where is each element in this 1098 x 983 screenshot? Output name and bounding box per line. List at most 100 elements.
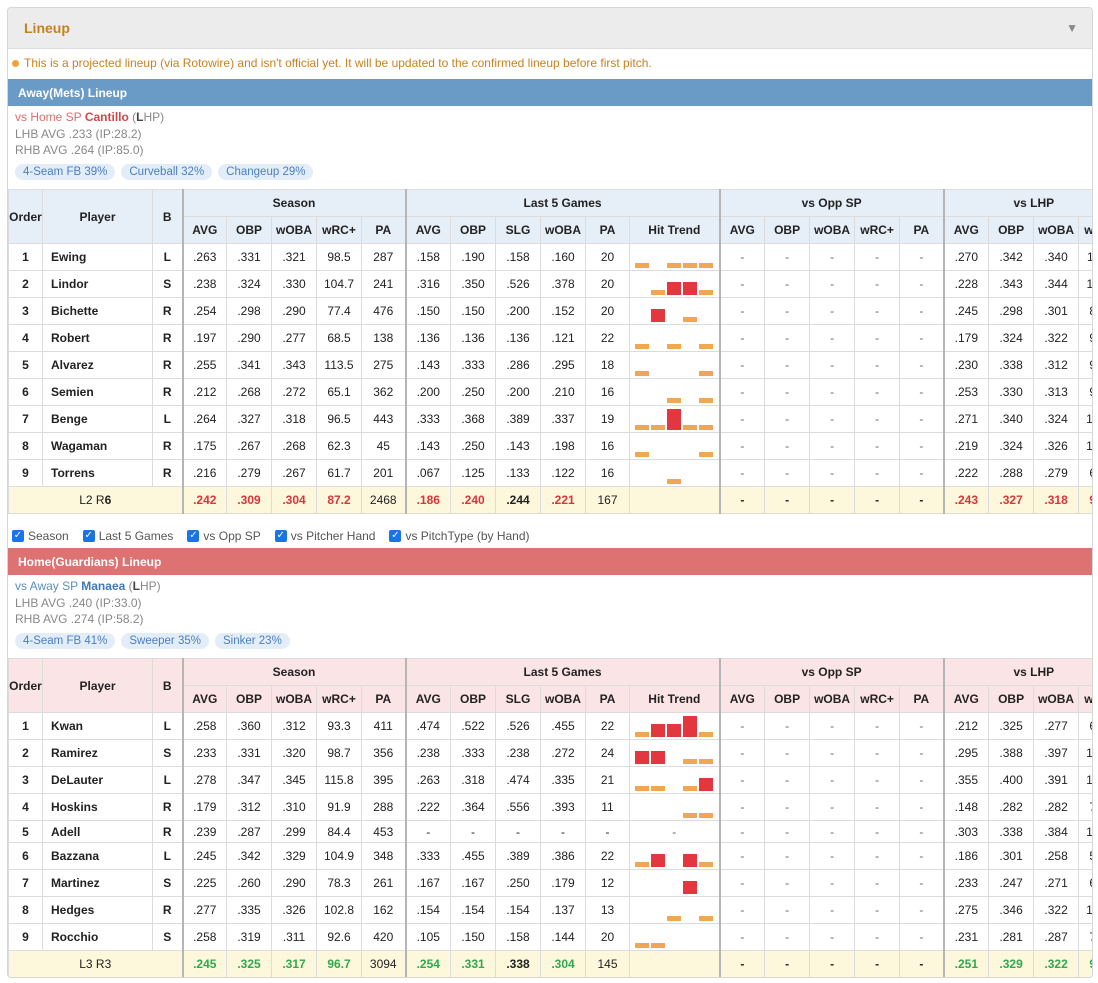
col-group-header[interactable]: Last 5 Games [404, 658, 721, 686]
checkbox-checked-icon[interactable]: ✓ [12, 530, 24, 542]
home-table-wrap[interactable]: Order Player B Season Last 5 Games vs Opp SP v… [8, 658, 1092, 977]
player-row[interactable]: 6 Bazzana L .245.342.329 104.9 348.333.455.38… [8, 842, 1092, 870]
player-row[interactable]: 3 DeLauter L .278.347.345 115.8 395.263.318.4… [8, 766, 1092, 794]
checkbox-checked-icon[interactable]: ✓ [274, 530, 287, 542]
col-group-header[interactable]: vs LHP [942, 658, 1092, 686]
col-group-header[interactable]: Last 5 Games [404, 189, 721, 217]
col-header-vsopp[interactable]: OBP [764, 216, 811, 244]
col-header-season[interactable]: wOBA [271, 685, 317, 713]
filter-vs-pitchtype[interactable]: ✓ vs PitchType (by Hand) [389, 529, 530, 543]
player-name[interactable]: Bazzana [42, 842, 153, 870]
col-group-header[interactable]: vs LHP [942, 189, 1092, 217]
pitch-tag[interactable]: 4-Seam FB 39% [15, 163, 116, 180]
checkbox-checked-icon[interactable]: ✓ [187, 530, 200, 542]
player-name[interactable]: Torrens [42, 459, 153, 487]
pitch-tag[interactable]: Sweeper 35% [121, 632, 209, 649]
player-name[interactable]: Hoskins [42, 793, 153, 821]
col-header-vshand[interactable]: OBP [988, 685, 1035, 713]
col-header-last5[interactable]: Hit Trend [628, 216, 721, 244]
col-header-last5[interactable]: wOBA [540, 685, 586, 713]
player-name[interactable]: Bichette [42, 297, 153, 325]
col-header-season[interactable]: PA [361, 685, 406, 713]
player-name[interactable]: Martinez [42, 869, 153, 897]
col-header-vshand[interactable]: AVG [942, 216, 990, 244]
away-table-wrap[interactable]: Order Player B Season Last 5 Games vs Opp SP v… [8, 189, 1092, 514]
col-header-vsopp[interactable]: OBP [764, 685, 811, 713]
col-group-header[interactable]: vs Opp SP [718, 658, 945, 686]
col-header-vsopp[interactable]: wRC+ [854, 685, 901, 713]
player-name[interactable]: Kwan [42, 712, 153, 740]
player-row[interactable]: 2 Ramirez S .233.331.320 98.7 356.238.333.238… [8, 739, 1092, 767]
col-header-season[interactable]: AVG [181, 685, 227, 713]
checkbox-checked-icon[interactable]: ✓ [82, 530, 95, 542]
col-group-header[interactable]: vs Opp SP [718, 189, 945, 217]
col-header-season[interactable]: OBP [226, 685, 272, 713]
col-header-vsopp[interactable]: wOBA [809, 685, 856, 713]
col-header-vsopp[interactable]: AVG [718, 685, 766, 713]
player-name[interactable]: Robert [42, 324, 153, 352]
col-header-season[interactable]: OBP [226, 216, 272, 244]
player-row[interactable]: 9 Rocchio S .258.319.311 92.6 420.105.150.158… [8, 923, 1092, 951]
filter-vs-pitcher-hand[interactable]: ✓ vs Pitcher Hand [274, 529, 375, 543]
player-row[interactable]: 8 Hedges R .277.335.326 102.8 162.154.154.154… [8, 896, 1092, 924]
player-row[interactable]: 2 Lindor S .238.324.330 104.7 241.316.350.526… [8, 270, 1092, 298]
col-header-vshand[interactable]: wRC+ [1078, 685, 1092, 713]
col-header-vshand[interactable]: wOBA [1033, 216, 1080, 244]
col-group-header[interactable]: Season [181, 189, 406, 217]
col-header-season[interactable]: wRC+ [316, 685, 362, 713]
player-name[interactable]: Benge [42, 405, 153, 433]
checkbox-checked-icon[interactable]: ✓ [389, 530, 402, 542]
pitch-tag[interactable]: Sinker 23% [214, 632, 290, 649]
pitch-tag[interactable]: Curveball 32% [121, 163, 213, 180]
col-header-vsopp[interactable]: wOBA [809, 216, 856, 244]
player-row[interactable]: 4 Robert R .197.290.277 68.5 138.136.136.136.… [8, 324, 1092, 352]
player-row[interactable]: 7 Martinez S .225.260.290 78.3 261.167.167.25… [8, 869, 1092, 897]
col-header-vsopp[interactable]: PA [899, 216, 945, 244]
col-header-last5[interactable]: PA [585, 216, 630, 244]
col-header-season[interactable]: wOBA [271, 216, 317, 244]
player-name[interactable]: Lindor [42, 270, 153, 298]
player-row[interactable]: 4 Hoskins R .179.312.310 91.9 288.222.364.556… [8, 793, 1092, 821]
player-row[interactable]: 1 Kwan L .258.360.312 93.3 411.474.522.526.45… [8, 712, 1092, 740]
col-header-last5[interactable]: wOBA [540, 216, 586, 244]
col-header-vsopp[interactable]: wRC+ [854, 216, 901, 244]
col-header-vsopp[interactable]: AVG [718, 216, 766, 244]
player-name[interactable]: Hedges [42, 896, 153, 924]
col-header-last5[interactable]: AVG [404, 216, 451, 244]
player-row[interactable]: 6 Semien R .212.268.272 65.1 362.200.250.200.… [8, 378, 1092, 406]
player-name[interactable]: DeLauter [42, 766, 153, 794]
col-header-last5[interactable]: SLG [495, 685, 541, 713]
col-header-vshand[interactable]: AVG [942, 685, 990, 713]
player-row[interactable]: 9 Torrens R .216.279.267 61.7 201.067.125.133… [8, 459, 1092, 487]
col-header-season[interactable]: PA [361, 216, 406, 244]
filter-last5[interactable]: ✓ Last 5 Games [82, 529, 173, 543]
player-name[interactable]: Ewing [42, 243, 153, 271]
col-header-last5[interactable]: PA [585, 685, 630, 713]
col-header-last5[interactable]: SLG [495, 216, 541, 244]
panel-header[interactable]: Lineup ▼ [8, 8, 1092, 49]
player-name[interactable]: Ramirez [42, 739, 153, 767]
player-row[interactable]: 1 Ewing L .263.331.321 98.5 287.158.190.158.1… [8, 243, 1092, 271]
col-header-season[interactable]: AVG [181, 216, 227, 244]
player-row[interactable]: 8 Wagaman R .175.267.268 62.3 45.143.250.143.… [8, 432, 1092, 460]
col-header-last5[interactable]: Hit Trend [628, 685, 721, 713]
col-header-last5[interactable]: OBP [450, 685, 496, 713]
col-header-vshand[interactable]: wRC+ [1078, 216, 1092, 244]
player-name[interactable]: Adell [42, 820, 153, 843]
player-name[interactable]: Semien [42, 378, 153, 406]
player-row[interactable]: 5 Adell R .239.287.299 84.4 453- - - - - - - - - - - .30… [8, 820, 1092, 843]
col-header-vshand[interactable]: OBP [988, 216, 1035, 244]
col-group-header[interactable]: Season [181, 658, 406, 686]
player-name[interactable]: Alvarez [42, 351, 153, 379]
player-name[interactable]: Wagaman [42, 432, 153, 460]
col-header-season[interactable]: wRC+ [316, 216, 362, 244]
filter-season[interactable]: ✓ Season [12, 529, 69, 543]
col-header-last5[interactable]: AVG [404, 685, 451, 713]
col-header-last5[interactable]: OBP [450, 216, 496, 244]
filter-vs-opp-sp[interactable]: ✓ vs Opp SP [187, 529, 261, 543]
col-header-vshand[interactable]: wOBA [1033, 685, 1080, 713]
player-row[interactable]: 5 Alvarez R .255.341.343 113.5 275.143.333.28… [8, 351, 1092, 379]
pitch-tag[interactable]: 4-Seam FB 41% [15, 632, 116, 649]
collapse-triangle-icon[interactable]: ▼ [1066, 21, 1078, 35]
away-sp-name[interactable]: Cantillo [85, 110, 129, 124]
